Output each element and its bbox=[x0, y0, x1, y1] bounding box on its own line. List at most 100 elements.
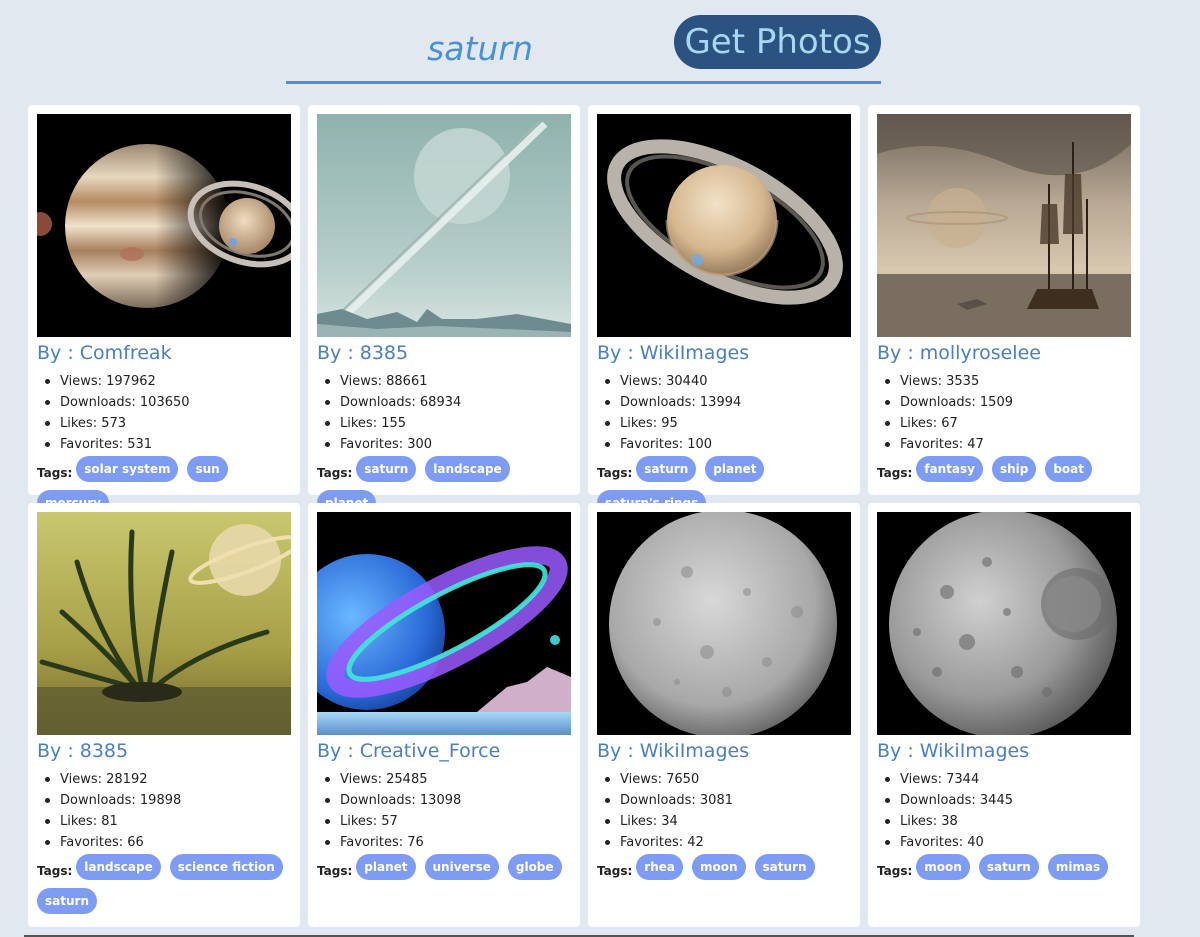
tag-chip[interactable]: sun bbox=[187, 456, 228, 482]
photo-author[interactable]: By : 8385 bbox=[317, 342, 408, 364]
photo-image[interactable] bbox=[37, 114, 291, 337]
photo-card: By : 8385 Views: 88661 Downloads: 68934 … bbox=[308, 105, 580, 516]
photo-author[interactable]: By : WikiImages bbox=[597, 740, 749, 762]
likes-stat: Likes: 57 bbox=[324, 811, 461, 832]
tag-chip[interactable]: rhea bbox=[636, 854, 683, 880]
tag-chip[interactable]: mimas bbox=[1047, 854, 1109, 880]
photo-stats: Views: 7650 Downloads: 3081 Likes: 34 Fa… bbox=[605, 769, 733, 853]
photo-card: By : 8385 Views: 28192 Downloads: 19898 … bbox=[28, 503, 300, 927]
favorites-stat: Favorites: 47 bbox=[885, 434, 1013, 455]
tag-chip[interactable]: solar system bbox=[76, 456, 179, 482]
photo-stats: Views: 7344 Downloads: 3445 Likes: 38 Fa… bbox=[885, 769, 1013, 853]
favorites-stat: Favorites: 76 bbox=[324, 832, 461, 853]
views-stat: Views: 197962 bbox=[45, 371, 190, 392]
tag-chip[interactable]: boat bbox=[1045, 456, 1093, 482]
tag-chip[interactable]: ship bbox=[991, 456, 1037, 482]
tag-chip[interactable]: science fiction bbox=[169, 854, 283, 880]
likes-stat: Likes: 95 bbox=[604, 413, 741, 434]
tag-list: Tags: moon saturn mimas bbox=[877, 854, 1135, 888]
tag-chip[interactable]: universe bbox=[424, 854, 499, 880]
tag-chip[interactable]: saturn bbox=[356, 456, 417, 482]
tag-list: Tags: landscape science fiction saturn bbox=[37, 854, 295, 922]
photo-image[interactable] bbox=[317, 114, 571, 337]
downloads-stat: Downloads: 103650 bbox=[45, 392, 190, 413]
likes-stat: Likes: 81 bbox=[44, 811, 181, 832]
likes-stat: Likes: 38 bbox=[885, 811, 1013, 832]
downloads-stat: Downloads: 13098 bbox=[324, 790, 461, 811]
photo-author[interactable]: By : mollyroselee bbox=[877, 342, 1041, 364]
likes-stat: Likes: 34 bbox=[605, 811, 733, 832]
photo-card: By : WikiImages Views: 7650 Downloads: 3… bbox=[588, 503, 860, 927]
photo-image[interactable] bbox=[317, 512, 571, 735]
likes-stat: Likes: 67 bbox=[885, 413, 1013, 434]
photo-card: By : Creative_Force Views: 25485 Downloa… bbox=[308, 503, 580, 927]
photo-stats: Views: 28192 Downloads: 19898 Likes: 81 … bbox=[44, 769, 181, 853]
photo-stats: Views: 88661 Downloads: 68934 Likes: 155… bbox=[324, 371, 461, 455]
tags-label: Tags: bbox=[317, 466, 353, 480]
likes-stat: Likes: 573 bbox=[45, 413, 190, 434]
views-stat: Views: 3535 bbox=[885, 371, 1013, 392]
likes-stat: Likes: 155 bbox=[324, 413, 461, 434]
tag-chip[interactable]: landscape bbox=[425, 456, 510, 482]
tag-chip[interactable]: planet bbox=[705, 456, 765, 482]
downloads-stat: Downloads: 1509 bbox=[885, 392, 1013, 413]
get-photos-button[interactable]: Get Photos bbox=[674, 15, 881, 69]
favorites-stat: Favorites: 300 bbox=[324, 434, 461, 455]
favorites-stat: Favorites: 42 bbox=[605, 832, 733, 853]
tag-chip[interactable]: moon bbox=[691, 854, 746, 880]
favorites-stat: Favorites: 100 bbox=[604, 434, 741, 455]
tag-list: Tags: rhea moon saturn bbox=[597, 854, 855, 888]
search-form: Get Photos bbox=[286, 14, 881, 84]
photo-card: By : WikiImages Views: 7344 Downloads: 3… bbox=[868, 503, 1140, 927]
downloads-stat: Downloads: 68934 bbox=[324, 392, 461, 413]
tag-chip[interactable]: planet bbox=[356, 854, 416, 880]
tags-label: Tags: bbox=[597, 466, 633, 480]
tags-label: Tags: bbox=[317, 864, 353, 878]
tag-chip[interactable]: moon bbox=[916, 854, 970, 880]
photo-image[interactable] bbox=[37, 512, 291, 735]
tag-chip[interactable]: saturn bbox=[37, 888, 97, 914]
photo-author[interactable]: By : Creative_Force bbox=[317, 740, 500, 762]
downloads-stat: Downloads: 3445 bbox=[885, 790, 1013, 811]
tag-list: Tags: fantasy ship boat bbox=[877, 456, 1135, 490]
views-stat: Views: 7344 bbox=[885, 769, 1013, 790]
photo-author[interactable]: By : WikiImages bbox=[877, 740, 1029, 762]
search-input[interactable] bbox=[286, 24, 674, 72]
tag-chip[interactable]: saturn bbox=[754, 854, 815, 880]
photo-stats: Views: 25485 Downloads: 13098 Likes: 57 … bbox=[324, 769, 461, 853]
photo-image[interactable] bbox=[597, 114, 851, 337]
photo-author[interactable]: By : 8385 bbox=[37, 740, 128, 762]
views-stat: Views: 7650 bbox=[605, 769, 733, 790]
views-stat: Views: 25485 bbox=[324, 769, 461, 790]
favorites-stat: Favorites: 66 bbox=[44, 832, 181, 853]
tags-label: Tags: bbox=[37, 864, 73, 878]
photo-stats: Views: 30440 Downloads: 13994 Likes: 95 … bbox=[604, 371, 741, 455]
downloads-stat: Downloads: 19898 bbox=[44, 790, 181, 811]
favorites-stat: Favorites: 40 bbox=[885, 832, 1013, 853]
photo-author[interactable]: By : WikiImages bbox=[597, 342, 749, 364]
tag-list: Tags: planet universe globe bbox=[317, 854, 575, 888]
tags-label: Tags: bbox=[877, 864, 913, 878]
tag-chip[interactable]: saturn bbox=[978, 854, 1039, 880]
views-stat: Views: 28192 bbox=[44, 769, 181, 790]
tag-chip[interactable]: landscape bbox=[76, 854, 161, 880]
photo-card: By : Comfreak Views: 197962 Downloads: 1… bbox=[28, 105, 300, 516]
photo-image[interactable] bbox=[877, 512, 1131, 735]
tags-label: Tags: bbox=[597, 864, 633, 878]
photo-author[interactable]: By : Comfreak bbox=[37, 342, 172, 364]
photo-image[interactable] bbox=[877, 114, 1131, 337]
tag-chip[interactable]: fantasy bbox=[916, 456, 983, 482]
photo-stats: Views: 3535 Downloads: 1509 Likes: 67 Fa… bbox=[885, 371, 1013, 455]
tag-chip[interactable]: globe bbox=[507, 854, 562, 880]
downloads-stat: Downloads: 3081 bbox=[605, 790, 733, 811]
downloads-stat: Downloads: 13994 bbox=[604, 392, 741, 413]
views-stat: Views: 88661 bbox=[324, 371, 461, 392]
tags-label: Tags: bbox=[37, 466, 73, 480]
photo-card: By : mollyroselee Views: 3535 Downloads:… bbox=[868, 105, 1140, 495]
views-stat: Views: 30440 bbox=[604, 371, 741, 392]
photo-card: By : WikiImages Views: 30440 Downloads: … bbox=[588, 105, 860, 516]
tags-label: Tags: bbox=[877, 466, 913, 480]
photo-image[interactable] bbox=[597, 512, 851, 735]
favorites-stat: Favorites: 531 bbox=[45, 434, 190, 455]
tag-chip[interactable]: saturn bbox=[636, 456, 697, 482]
